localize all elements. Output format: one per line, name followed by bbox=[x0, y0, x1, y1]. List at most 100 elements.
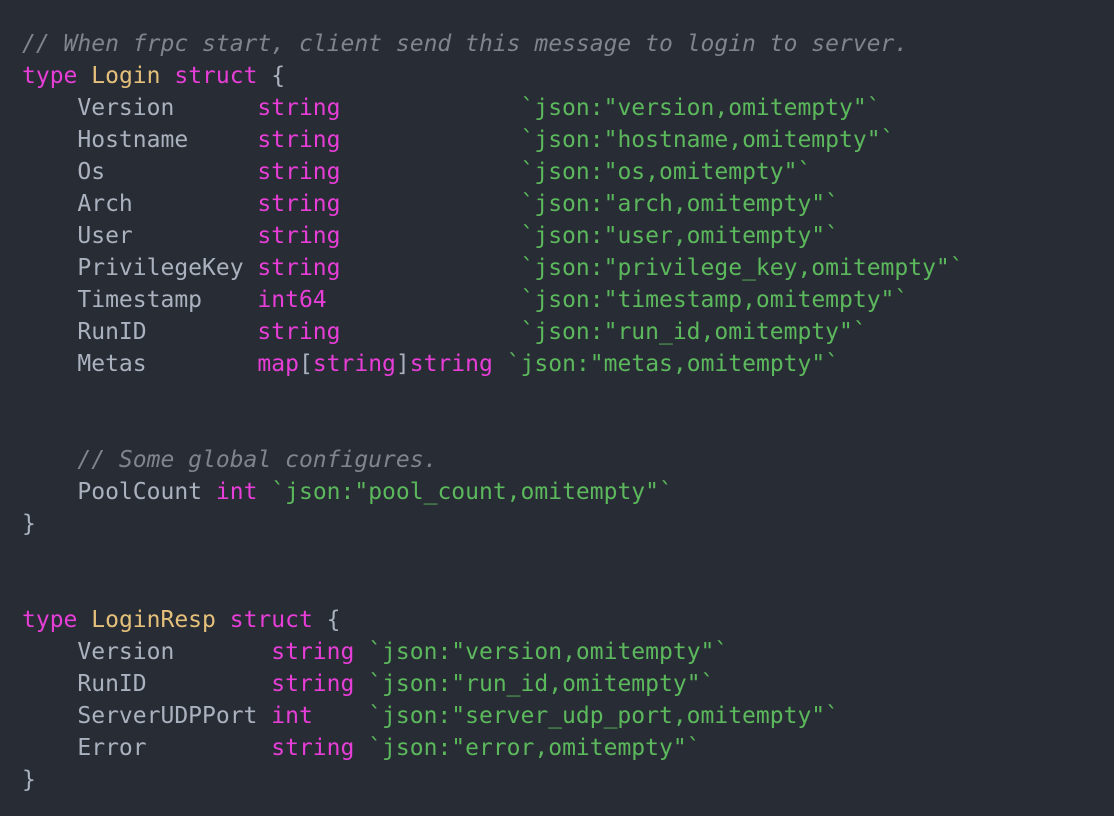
code-token-type: int64 bbox=[257, 287, 326, 313]
code-token-type: string bbox=[257, 319, 340, 345]
code-token-tag: `json:"run_id,omitempty"` bbox=[521, 319, 867, 345]
code-token-plain bbox=[493, 351, 507, 377]
code-token-ident: Os bbox=[22, 159, 257, 185]
code-token-ident: RunID bbox=[22, 319, 257, 345]
code-token-plain bbox=[354, 639, 368, 665]
code-token-plain bbox=[341, 191, 521, 217]
code-token-tag: `json:"timestamp,omitempty"` bbox=[521, 287, 909, 313]
code-token-plain bbox=[354, 671, 368, 697]
code-line: PoolCount int `json:"pool_count,omitempt… bbox=[22, 476, 1114, 508]
code-token-tag: `json:"user,omitempty"` bbox=[521, 223, 840, 249]
code-token-plain bbox=[341, 319, 521, 345]
code-line: Error string `json:"error,omitempty"` bbox=[22, 732, 1114, 764]
code-token-keyword: type bbox=[22, 63, 91, 89]
code-token-type: string bbox=[271, 735, 354, 761]
code-line bbox=[22, 540, 1114, 572]
code-token-type: string bbox=[257, 159, 340, 185]
code-token-typename: Login bbox=[91, 63, 160, 89]
code-line: PrivilegeKey string `json:"privilege_key… bbox=[22, 252, 1114, 284]
code-line: type LoginResp struct { bbox=[22, 604, 1114, 636]
code-line: // Some global configures. bbox=[22, 444, 1114, 476]
code-token-plain bbox=[216, 607, 230, 633]
code-line bbox=[22, 572, 1114, 604]
code-token-type: int bbox=[271, 703, 313, 729]
code-token-type: string bbox=[257, 255, 340, 281]
code-token-keyword: struct bbox=[174, 63, 257, 89]
code-token-tag: `json:"arch,omitempty"` bbox=[521, 191, 840, 217]
code-token-punct: } bbox=[22, 767, 36, 793]
code-token-plain bbox=[327, 287, 521, 313]
code-token-ident: Metas bbox=[22, 351, 257, 377]
code-token-tag: `json:"metas,omitempty"` bbox=[507, 351, 839, 377]
code-editor-surface[interactable]: // When frpc start, client send this mes… bbox=[0, 0, 1114, 816]
code-line: User string `json:"user,omitempty"` bbox=[22, 220, 1114, 252]
code-token-type: string bbox=[313, 351, 396, 377]
code-token-plain bbox=[341, 127, 521, 153]
code-token-typename: LoginResp bbox=[91, 607, 216, 633]
code-token-ident: Error bbox=[22, 735, 271, 761]
code-token-plain bbox=[341, 223, 521, 249]
code-line: Timestamp int64 `json:"timestamp,omitemp… bbox=[22, 284, 1114, 316]
code-token-type: int bbox=[216, 479, 258, 505]
code-line: } bbox=[22, 508, 1114, 540]
code-line: Version string `json:"version,omitempty"… bbox=[22, 92, 1114, 124]
code-token-ident: Arch bbox=[22, 191, 257, 217]
code-block[interactable]: // When frpc start, client send this mes… bbox=[22, 28, 1114, 796]
code-line: RunID string `json:"run_id,omitempty"` bbox=[22, 316, 1114, 348]
code-token-tag: `json:"pool_count,omitempty"` bbox=[271, 479, 673, 505]
code-token-ident: PoolCount bbox=[22, 479, 216, 505]
code-token-plain bbox=[341, 95, 521, 121]
code-token-tag: `json:"hostname,omitempty"` bbox=[521, 127, 895, 153]
code-line bbox=[22, 380, 1114, 412]
code-line: type Login struct { bbox=[22, 60, 1114, 92]
code-line bbox=[22, 412, 1114, 444]
code-token-punct: ] bbox=[396, 351, 410, 377]
code-token-comment: // Some global configures. bbox=[22, 447, 437, 473]
code-token-keyword: struct bbox=[230, 607, 313, 633]
code-token-ident: RunID bbox=[22, 671, 271, 697]
code-token-ident: Timestamp bbox=[22, 287, 257, 313]
code-token-ident: ServerUDPPort bbox=[22, 703, 271, 729]
code-token-ident: Hostname bbox=[22, 127, 257, 153]
code-token-type: string bbox=[257, 127, 340, 153]
code-line: Os string `json:"os,omitempty"` bbox=[22, 156, 1114, 188]
code-token-type: map bbox=[257, 351, 299, 377]
code-token-type: string bbox=[257, 191, 340, 217]
code-token-tag: `json:"server_udp_port,omitempty"` bbox=[368, 703, 839, 729]
code-line: Arch string `json:"arch,omitempty"` bbox=[22, 188, 1114, 220]
code-token-ident: Version bbox=[22, 639, 271, 665]
code-token-ident: PrivilegeKey bbox=[22, 255, 257, 281]
code-token-plain bbox=[257, 479, 271, 505]
code-token-type: string bbox=[271, 671, 354, 697]
code-token-punct: { bbox=[313, 607, 341, 633]
code-line: Metas map[string]string `json:"metas,omi… bbox=[22, 348, 1114, 380]
code-token-tag: `json:"version,omitempty"` bbox=[521, 95, 881, 121]
code-token-punct: } bbox=[22, 511, 36, 537]
code-token-plain bbox=[354, 735, 368, 761]
code-token-plain bbox=[341, 159, 521, 185]
code-token-tag: `json:"error,omitempty"` bbox=[368, 735, 700, 761]
code-token-type: string bbox=[257, 223, 340, 249]
code-token-ident: User bbox=[22, 223, 257, 249]
code-token-tag: `json:"privilege_key,omitempty"` bbox=[521, 255, 964, 281]
code-token-type: string bbox=[257, 95, 340, 121]
code-token-plain bbox=[313, 703, 368, 729]
code-line: Version string `json:"version,omitempty"… bbox=[22, 636, 1114, 668]
code-token-plain bbox=[161, 63, 175, 89]
code-token-keyword: type bbox=[22, 607, 91, 633]
code-line: ServerUDPPort int `json:"server_udp_port… bbox=[22, 700, 1114, 732]
code-token-tag: `json:"os,omitempty"` bbox=[521, 159, 812, 185]
code-token-plain bbox=[341, 255, 521, 281]
code-token-type: string bbox=[271, 639, 354, 665]
code-line: } bbox=[22, 764, 1114, 796]
code-token-punct: { bbox=[257, 63, 285, 89]
code-token-punct: [ bbox=[299, 351, 313, 377]
code-line: RunID string `json:"run_id,omitempty"` bbox=[22, 668, 1114, 700]
code-line: // When frpc start, client send this mes… bbox=[22, 28, 1114, 60]
code-token-ident: Version bbox=[22, 95, 257, 121]
code-token-type: string bbox=[410, 351, 493, 377]
code-token-tag: `json:"version,omitempty"` bbox=[368, 639, 728, 665]
code-token-comment: // When frpc start, client send this mes… bbox=[22, 31, 908, 57]
code-line: Hostname string `json:"hostname,omitempt… bbox=[22, 124, 1114, 156]
code-token-tag: `json:"run_id,omitempty"` bbox=[368, 671, 714, 697]
